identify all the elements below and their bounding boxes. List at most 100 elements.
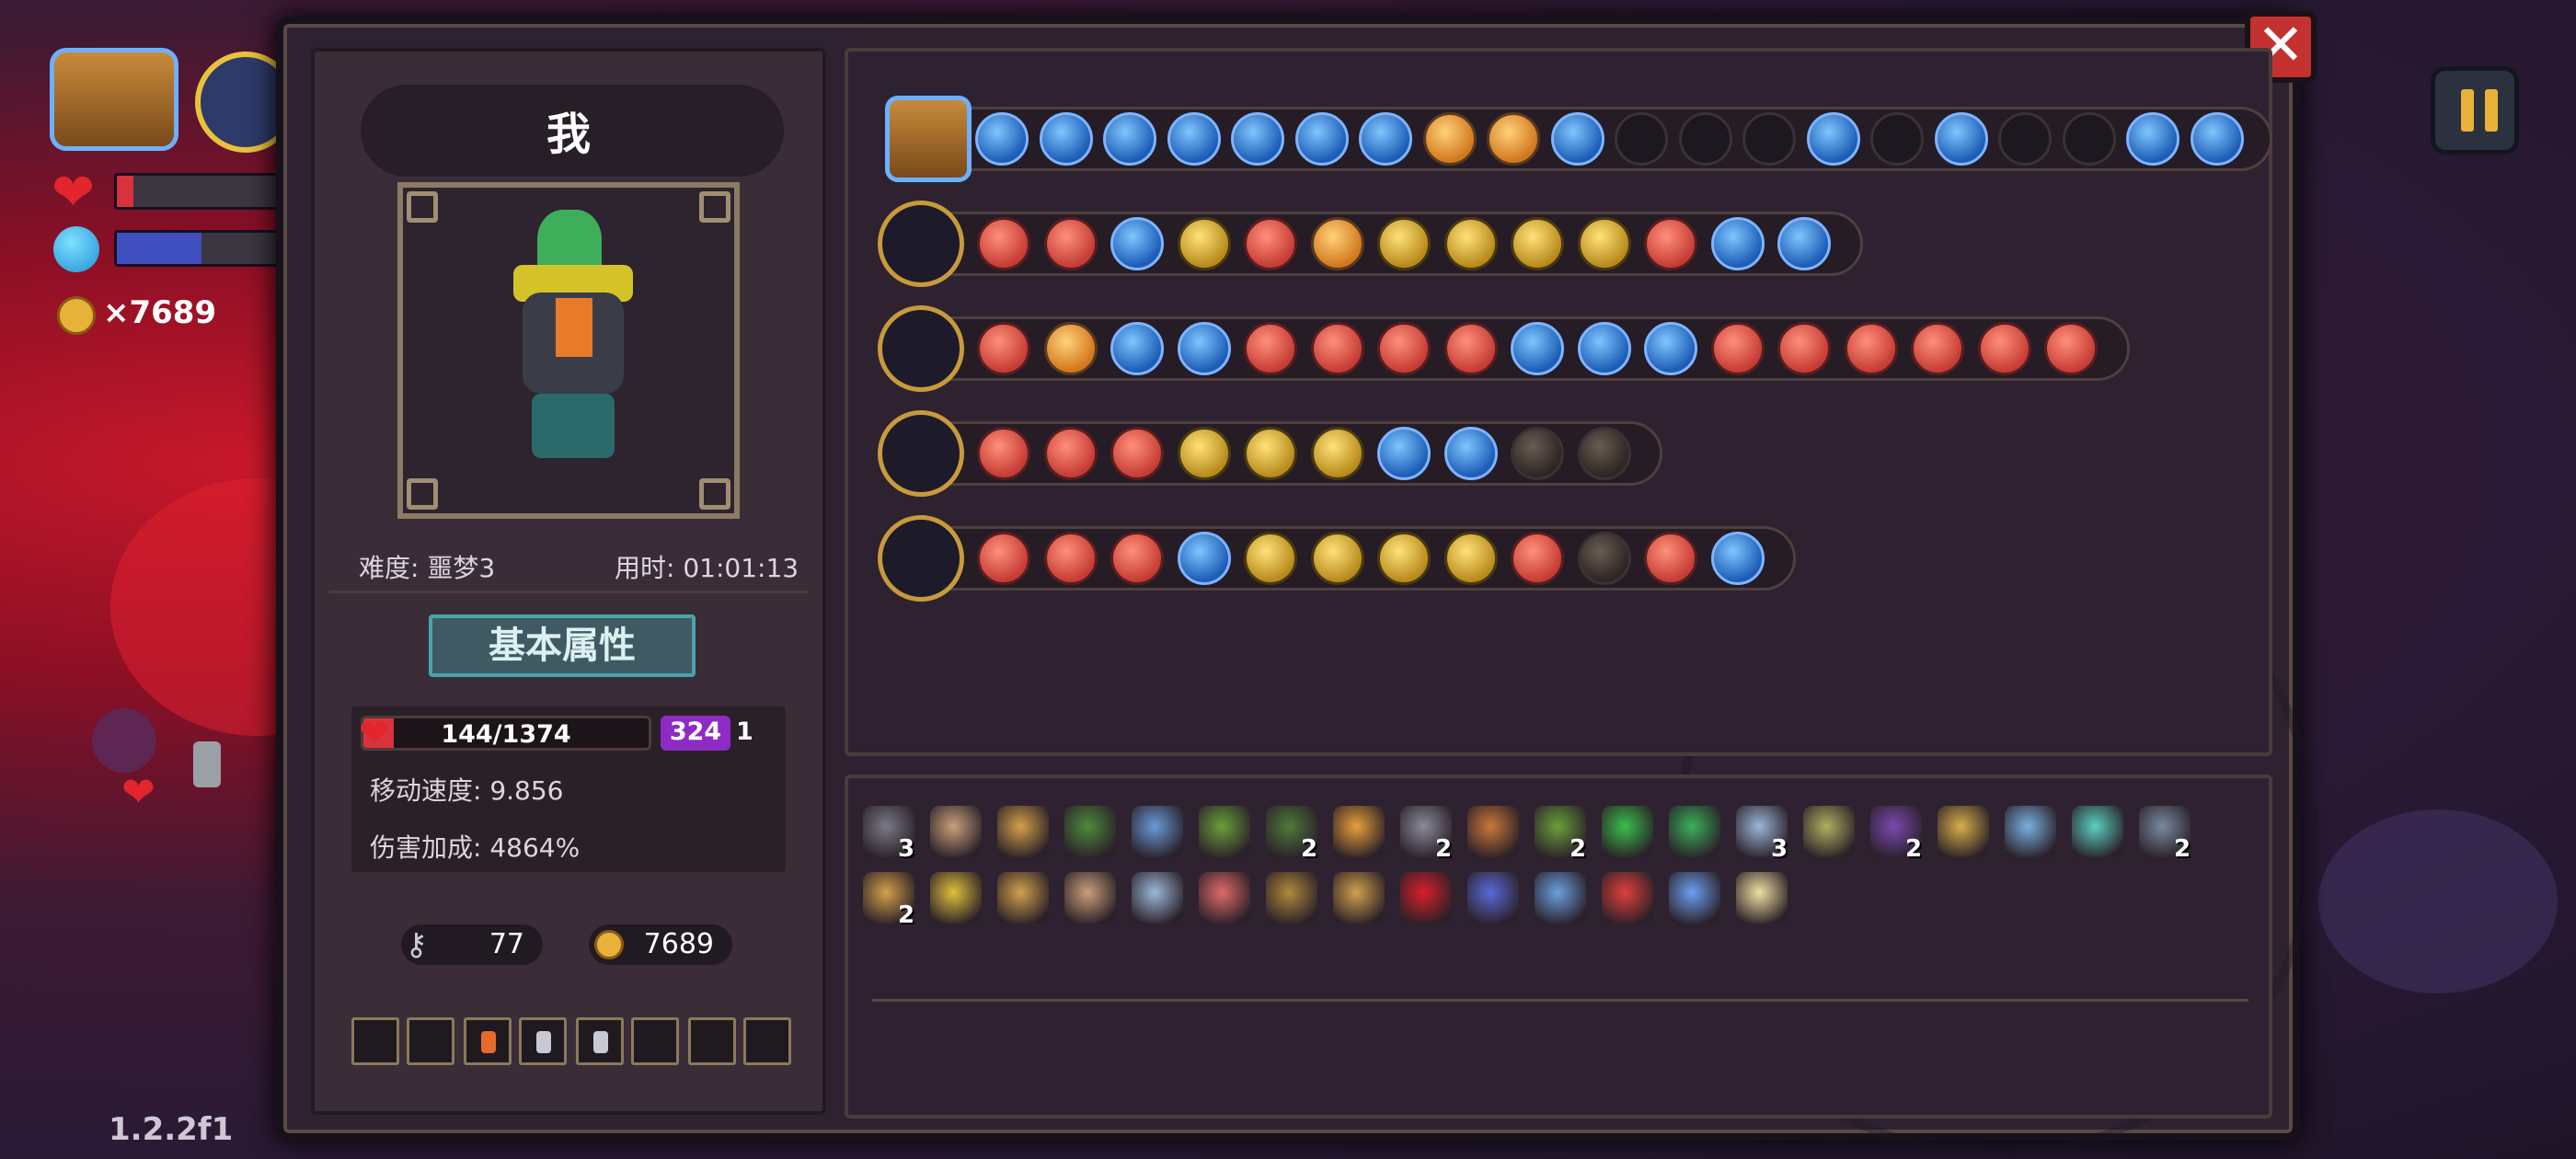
upgrade-icon[interactable]	[1103, 112, 1156, 166]
relic-item[interactable]	[2072, 806, 2123, 857]
pause-button[interactable]	[2431, 66, 2519, 155]
relic-item[interactable]	[1535, 872, 1586, 924]
inventory-slot[interactable]	[631, 1017, 679, 1065]
upgrade-icon[interactable]	[1043, 217, 1098, 270]
upgrade-icon[interactable]	[1511, 532, 1564, 585]
upgrade-icon[interactable]	[1443, 322, 1498, 375]
upgrade-icon[interactable]	[1244, 532, 1297, 585]
relic-item[interactable]	[1199, 872, 1250, 924]
upgrade-icon[interactable]	[1310, 532, 1364, 585]
upgrade-icon[interactable]	[1443, 532, 1498, 585]
upgrade-icon[interactable]	[1487, 112, 1540, 166]
relic-item[interactable]	[1064, 872, 1116, 924]
relic-item[interactable]	[1199, 806, 1250, 857]
chest-icon[interactable]	[50, 48, 178, 151]
upgrade-icon[interactable]	[1615, 112, 1668, 166]
relic-item[interactable]	[997, 806, 1049, 857]
upgrade-icon[interactable]	[1443, 427, 1498, 480]
upgrade-icon[interactable]	[1110, 427, 1164, 480]
upgrade-icon[interactable]	[1310, 217, 1364, 270]
upgrade-icon[interactable]	[1110, 322, 1164, 375]
inventory-slot[interactable]	[743, 1017, 791, 1065]
relic-item[interactable]	[1467, 806, 1519, 857]
upgrade-icon[interactable]	[1577, 322, 1631, 375]
upgrade-icon[interactable]	[1710, 532, 1765, 585]
upgrade-icon[interactable]	[1359, 112, 1412, 166]
upgrade-icon[interactable]	[1177, 217, 1231, 270]
upgrade-icon[interactable]	[2062, 112, 2116, 166]
upgrade-icon[interactable]	[977, 217, 1030, 270]
upgrade-icon[interactable]	[1644, 532, 1697, 585]
relic-item[interactable]	[1333, 806, 1385, 857]
relic-item[interactable]	[1266, 872, 1317, 924]
upgrade-icon[interactable]	[1443, 217, 1498, 270]
upgrade-icon[interactable]	[1742, 112, 1796, 166]
relic-item[interactable]	[1602, 872, 1653, 924]
inventory-slot[interactable]	[576, 1017, 624, 1065]
inventory-slot[interactable]	[688, 1017, 736, 1065]
relic-item[interactable]	[1132, 872, 1183, 924]
upgrade-icon[interactable]	[2044, 322, 2098, 375]
relic-item[interactable]	[930, 872, 982, 924]
upgrade-icon[interactable]	[1377, 322, 1431, 375]
upgrade-icon[interactable]	[1422, 112, 1477, 166]
relic-item[interactable]	[997, 872, 1049, 924]
upgrade-icon[interactable]	[1777, 322, 1831, 375]
upgrade-icon[interactable]	[977, 322, 1030, 375]
upgrade-icon[interactable]	[1110, 217, 1164, 270]
upgrade-icon[interactable]	[977, 427, 1030, 480]
upgrade-icon[interactable]	[1177, 322, 1231, 375]
weapon-slot-3[interactable]	[878, 305, 964, 392]
upgrade-icon[interactable]	[1110, 532, 1164, 585]
upgrade-icon[interactable]	[1577, 532, 1631, 585]
weapon-slot-1[interactable]	[885, 96, 972, 182]
upgrade-icon[interactable]	[1231, 112, 1284, 166]
upgrade-icon[interactable]	[1911, 322, 1964, 375]
inventory-slot[interactable]	[351, 1017, 399, 1065]
upgrade-icon[interactable]	[1977, 322, 2031, 375]
relic-item[interactable]	[1669, 806, 1720, 857]
upgrade-icon[interactable]	[1777, 217, 1831, 270]
upgrade-icon[interactable]	[1377, 217, 1431, 270]
inventory-slot[interactable]	[407, 1017, 454, 1065]
upgrade-icon[interactable]	[1310, 322, 1364, 375]
upgrade-icon[interactable]	[1644, 217, 1697, 270]
upgrade-icon[interactable]	[1294, 112, 1349, 166]
upgrade-icon[interactable]	[1577, 217, 1631, 270]
upgrade-icon[interactable]	[1511, 322, 1564, 375]
relic-item[interactable]	[1602, 806, 1653, 857]
tab-basic-attributes[interactable]: 基本属性	[429, 614, 696, 677]
upgrade-icon[interactable]	[1511, 217, 1564, 270]
relic-item[interactable]	[2005, 806, 2056, 857]
upgrade-icon[interactable]	[1043, 532, 1098, 585]
relic-item[interactable]	[1803, 806, 1855, 857]
relic-item[interactable]	[1132, 806, 1183, 857]
upgrade-icon[interactable]	[1550, 112, 1604, 166]
upgrade-icon[interactable]	[977, 532, 1030, 585]
upgrade-icon[interactable]	[2126, 112, 2179, 166]
upgrade-icon[interactable]	[1934, 112, 1988, 166]
upgrade-icon[interactable]	[975, 112, 1029, 166]
upgrade-icon[interactable]	[2190, 112, 2244, 166]
upgrade-icon[interactable]	[1710, 217, 1765, 270]
upgrade-icon[interactable]	[1244, 322, 1297, 375]
inventory-slot[interactable]	[519, 1017, 567, 1065]
relic-item[interactable]	[1938, 806, 1989, 857]
upgrade-icon[interactable]	[1177, 532, 1231, 585]
relic-item[interactable]	[1400, 872, 1452, 924]
relic-item[interactable]	[1669, 872, 1720, 924]
relic-item[interactable]	[930, 806, 982, 857]
upgrade-icon[interactable]	[1678, 112, 1732, 166]
relic-item[interactable]	[1736, 872, 1788, 924]
upgrade-icon[interactable]	[1039, 112, 1093, 166]
upgrade-icon[interactable]	[1577, 427, 1631, 480]
upgrade-icon[interactable]	[1870, 112, 1924, 166]
weapon-slot-4[interactable]	[878, 410, 964, 497]
upgrade-icon[interactable]	[1043, 322, 1098, 375]
relic-item[interactable]	[1333, 872, 1385, 924]
inventory-slot[interactable]	[464, 1017, 512, 1065]
upgrade-icon[interactable]	[1844, 322, 1898, 375]
upgrade-icon[interactable]	[1377, 427, 1431, 480]
upgrade-icon[interactable]	[1310, 427, 1364, 480]
upgrade-icon[interactable]	[1710, 322, 1765, 375]
